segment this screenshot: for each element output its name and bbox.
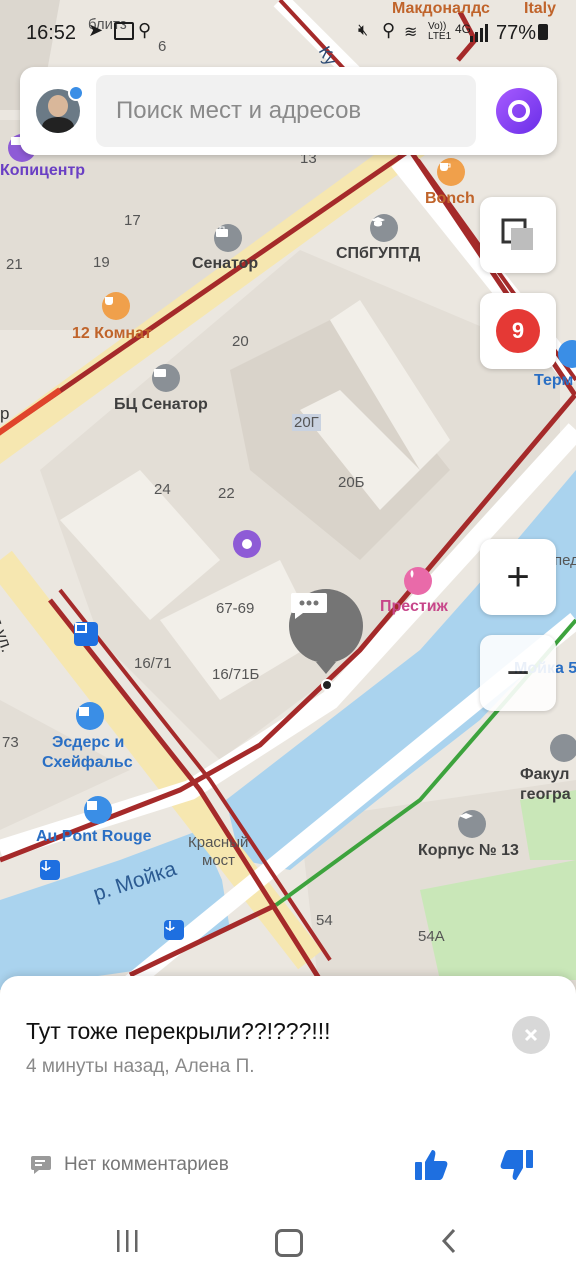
- traffic-button[interactable]: 9: [480, 293, 556, 369]
- poi-esders-line1[interactable]: Эсдерс и: [52, 734, 124, 752]
- metro-icon[interactable]: [74, 622, 98, 646]
- search-field[interactable]: [96, 75, 476, 147]
- plus-icon: +: [506, 555, 530, 599]
- poi-senator[interactable]: Сенатор: [192, 255, 258, 273]
- alice-assistant-button[interactable]: [496, 88, 542, 134]
- dislike-button[interactable]: [498, 1148, 534, 1182]
- poi-termin[interactable]: Терм: [534, 372, 573, 390]
- building-number: 16/71: [134, 655, 172, 672]
- briefcase-icon[interactable]: [214, 224, 242, 252]
- back-button[interactable]: [440, 1228, 458, 1254]
- poi-fakul-line1[interactable]: Факул: [520, 766, 569, 784]
- place-dot-icon[interactable]: [233, 530, 261, 558]
- building-number: 21: [6, 256, 23, 273]
- layers-button[interactable]: [480, 197, 556, 273]
- building-number: 22: [218, 485, 235, 502]
- poi-korpus-13[interactable]: Корпус № 13: [418, 842, 519, 860]
- traffic-score: 9: [511, 318, 525, 343]
- poi-prestizh[interactable]: Престиж: [380, 598, 448, 616]
- building-number: 19: [93, 254, 110, 271]
- location-icon: ⚲: [382, 20, 396, 40]
- poi-au-pont-rouge[interactable]: Au Pont Rouge: [36, 828, 152, 846]
- volte-label: Vo)) LTE1: [428, 21, 452, 42]
- university-icon[interactable]: [370, 214, 398, 242]
- street-label: р: [0, 404, 10, 423]
- shopping-bag-icon[interactable]: [76, 702, 104, 730]
- poi-pedag: педаг: [554, 552, 576, 569]
- layers-icon: [501, 218, 533, 250]
- comment-icon: [31, 1156, 51, 1174]
- building-number: 16/71Б: [212, 666, 260, 683]
- building-number: 54: [316, 912, 333, 929]
- briefcase-icon[interactable]: [152, 364, 180, 392]
- poi-esders-line2[interactable]: Схейфальс: [42, 754, 133, 772]
- poi-fakul-line2[interactable]: геогра: [520, 786, 571, 804]
- recent-apps-button[interactable]: [114, 1230, 140, 1252]
- poi-spbgutd[interactable]: СПбГУПТД: [336, 245, 420, 263]
- event-marker-pointer: [316, 662, 336, 674]
- poi-bonch[interactable]: Bonch: [425, 190, 475, 208]
- poi-12-komnat[interactable]: 12 Комнат: [72, 325, 152, 343]
- university-icon[interactable]: [550, 734, 576, 762]
- building-number: 20: [232, 333, 249, 350]
- zoom-out-button[interactable]: −: [480, 635, 556, 711]
- minus-icon: −: [506, 651, 530, 695]
- status-time: 16:52: [26, 22, 77, 44]
- gallery-icon: [114, 22, 134, 40]
- traffic-icon: 9: [496, 309, 540, 353]
- close-button[interactable]: [512, 1016, 550, 1054]
- search-input[interactable]: [96, 75, 476, 147]
- like-button[interactable]: [414, 1148, 450, 1182]
- chat-icon: [291, 593, 327, 619]
- home-button[interactable]: [275, 1229, 303, 1257]
- shopping-bag-icon[interactable]: [84, 796, 112, 824]
- system-nav-bar: [0, 1198, 576, 1280]
- alice-icon: [508, 100, 530, 122]
- comments-link[interactable]: Нет комментариев: [64, 1154, 229, 1176]
- status-bar: 16:52 ➤ ⚲ 🔇︎ ⚲ ≋ Vo)) LTE1 4G 77%: [0, 0, 576, 64]
- signal-icon: [470, 24, 488, 42]
- event-title: Тут тоже перекрыли??!???!!!: [26, 1018, 331, 1044]
- building-number: 20Б: [338, 474, 365, 491]
- building-number: 17: [124, 212, 141, 229]
- search-card: [20, 67, 557, 155]
- cafe-icon[interactable]: [102, 292, 130, 320]
- building-number: 73: [2, 734, 19, 751]
- event-location-dot: [321, 679, 333, 691]
- poi-kopicentr[interactable]: Копицентр: [0, 162, 85, 180]
- battery-icon: [538, 24, 548, 40]
- zoom-in-button[interactable]: +: [480, 539, 556, 615]
- bridge-label-line2: мост: [202, 852, 236, 869]
- building-number: 54А: [418, 928, 445, 945]
- notification-dot: [68, 85, 84, 101]
- cafe-icon[interactable]: [437, 158, 465, 186]
- university-icon[interactable]: [458, 810, 486, 838]
- building-number: 24: [154, 481, 171, 498]
- event-marker[interactable]: [289, 589, 363, 663]
- wifi-icon: ≋: [404, 24, 418, 41]
- building-number: 67-69: [216, 600, 255, 617]
- bridge-label-line1: Красный: [188, 834, 249, 851]
- close-icon: [524, 1028, 538, 1042]
- beauty-icon[interactable]: [404, 567, 432, 595]
- mute-icon: 🔇︎: [358, 22, 369, 39]
- poi-bc-senator[interactable]: БЦ Сенатор: [114, 396, 208, 414]
- search-status-icon: ⚲: [138, 20, 152, 40]
- building-number: 20Г: [292, 414, 321, 431]
- event-meta: 4 минуты назад, Алена П.: [26, 1056, 255, 1077]
- anchor-icon[interactable]: [164, 920, 184, 940]
- battery-percent: 77%: [496, 22, 537, 44]
- anchor-icon[interactable]: [40, 860, 60, 880]
- telegram-icon: ➤: [88, 20, 104, 40]
